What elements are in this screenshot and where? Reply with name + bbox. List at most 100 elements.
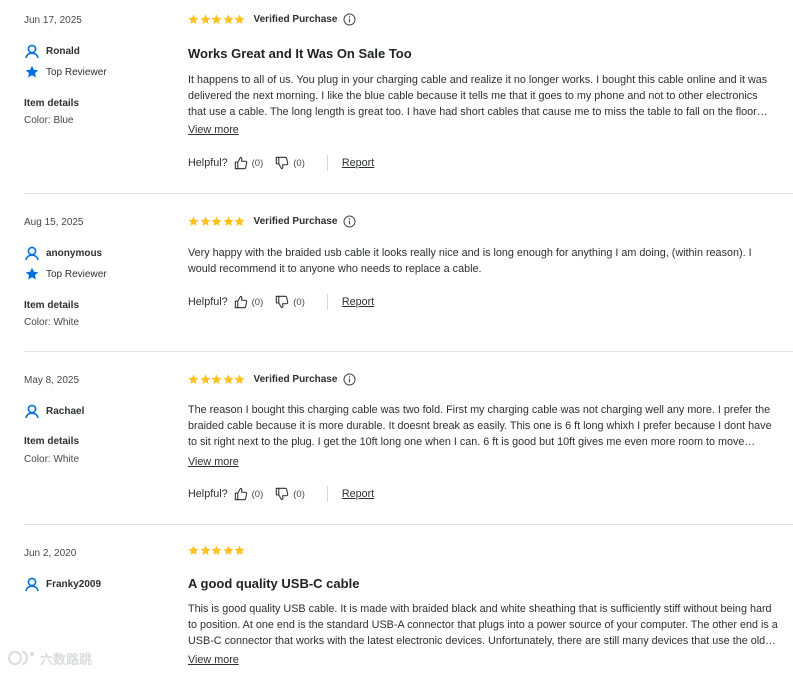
view-more-link[interactable]: View more <box>188 654 239 666</box>
helpful-no-button[interactable]: (0) <box>275 487 305 501</box>
star-filled-icon <box>24 266 40 282</box>
star-icon <box>223 14 233 24</box>
helpful-no-button[interactable]: (0) <box>275 295 305 309</box>
rating-row: Verified Purchase <box>188 373 356 386</box>
helpful-label: Helpful? <box>188 296 228 308</box>
watermark-text: 六数路跳 <box>40 651 93 667</box>
reviewer-name: Franky2009 <box>46 578 102 590</box>
helpful-no-count: (0) <box>293 157 305 169</box>
star-icon <box>211 216 222 226</box>
divider <box>326 155 328 171</box>
reviewer: anonymous <box>24 245 102 261</box>
star-icon <box>188 14 199 24</box>
review-date: Aug 15, 2025 <box>24 217 84 228</box>
helpful-row: Helpful? (0) (0) Report <box>188 486 374 502</box>
divider <box>326 486 328 502</box>
star-filled-icon <box>24 64 40 80</box>
review-card: May 8, 2025 Rachael Item details Color: … <box>24 351 793 525</box>
review-body: It happens to all of us. You plug in you… <box>188 74 768 118</box>
thumbs-up-icon <box>234 156 247 170</box>
helpful-yes-button[interactable]: (0) <box>234 156 264 170</box>
reviewer: Rachael <box>24 403 84 419</box>
report-link[interactable]: Report <box>342 157 374 169</box>
review-body: The reason I bought this charging cable … <box>188 404 772 448</box>
item-color: Color: Blue <box>24 115 74 126</box>
thumbs-up-icon <box>234 487 247 501</box>
reviewer-name: anonymous <box>46 247 103 259</box>
thumbs-down-icon <box>276 487 289 501</box>
user-outline-icon <box>24 403 40 419</box>
star-icon <box>234 545 245 555</box>
info-icon[interactable] <box>343 373 356 386</box>
helpful-no-button[interactable]: (0) <box>275 156 305 170</box>
thumbs-up-icon <box>234 295 247 309</box>
helpful-yes-count: (0) <box>251 488 264 500</box>
star-icon <box>234 216 245 226</box>
user-outline-icon <box>24 43 40 59</box>
top-reviewer-badge: Top Reviewer <box>24 266 107 282</box>
reviewer-name: Rachael <box>46 405 85 417</box>
thumbs-down-icon <box>276 295 289 309</box>
rating-row: Verified Purchase <box>188 13 356 26</box>
star-icon <box>188 545 199 555</box>
star-icon <box>211 545 222 555</box>
review-body: Very happy with the braided usb cable it… <box>188 247 752 275</box>
star-icon <box>223 216 233 226</box>
report-link[interactable]: Report <box>342 488 374 500</box>
item-details-heading: Item details <box>24 436 80 447</box>
thumbs-down-icon <box>276 156 289 170</box>
review-date: May 8, 2025 <box>24 375 80 386</box>
review-date: Jun 2, 2020 <box>24 548 77 559</box>
view-more-link[interactable]: View more <box>188 124 239 136</box>
star-icon <box>200 374 210 384</box>
star-icon <box>200 545 210 555</box>
star-icon <box>211 374 222 384</box>
reviewer: Ronald <box>24 43 80 59</box>
reviewer-name: Ronald <box>46 45 80 57</box>
user-outline-icon <box>24 245 40 261</box>
review-title: Works Great and It Was On Sale Too <box>188 46 412 61</box>
item-color: Color: White <box>24 454 80 465</box>
info-icon[interactable] <box>343 215 356 228</box>
item-details-heading: Item details <box>24 98 80 109</box>
star-rating <box>188 545 246 556</box>
helpful-no-count: (0) <box>293 296 305 308</box>
helpful-label: Helpful? <box>188 488 228 500</box>
star-icon <box>200 216 210 226</box>
watermark-logo-icon <box>8 651 34 665</box>
item-details-heading: Item details <box>24 300 80 311</box>
item-color: Color: White <box>24 317 80 328</box>
review-card: Jun 2, 2020 Franky2009 A good quality US… <box>24 524 793 674</box>
verified-purchase-label: Verified Purchase <box>253 216 338 227</box>
helpful-yes-button[interactable]: (0) <box>234 295 264 309</box>
reviewer: Franky2009 <box>24 576 101 592</box>
helpful-yes-count: (0) <box>251 157 264 169</box>
verified-purchase-label: Verified Purchase <box>253 374 338 385</box>
helpful-yes-count: (0) <box>251 296 264 308</box>
helpful-no-count: (0) <box>293 488 305 500</box>
verified-purchase-label: Verified Purchase <box>253 14 338 25</box>
user-outline-icon <box>24 576 40 592</box>
helpful-yes-button[interactable]: (0) <box>234 487 264 501</box>
star-icon <box>200 14 210 24</box>
rating-row <box>188 545 254 556</box>
watermark: 六数路跳 <box>6 648 92 668</box>
star-rating <box>188 14 246 25</box>
star-rating <box>188 216 246 227</box>
star-icon <box>223 374 233 384</box>
badge-label: Top Reviewer <box>46 268 107 280</box>
star-icon <box>211 14 222 24</box>
view-more-link[interactable]: View more <box>188 456 239 468</box>
star-rating <box>188 374 246 385</box>
star-icon <box>188 374 199 384</box>
star-icon <box>188 216 199 226</box>
info-icon[interactable] <box>343 13 356 26</box>
review-date: Jun 17, 2025 <box>24 15 82 26</box>
star-icon <box>234 14 245 24</box>
divider <box>326 294 328 310</box>
helpful-row: Helpful? (0) (0) Report <box>188 294 374 310</box>
helpful-label: Helpful? <box>188 157 228 169</box>
report-link[interactable]: Report <box>342 296 374 308</box>
review-title: A good quality USB-C cable <box>188 576 360 591</box>
top-reviewer-badge: Top Reviewer <box>24 64 107 80</box>
